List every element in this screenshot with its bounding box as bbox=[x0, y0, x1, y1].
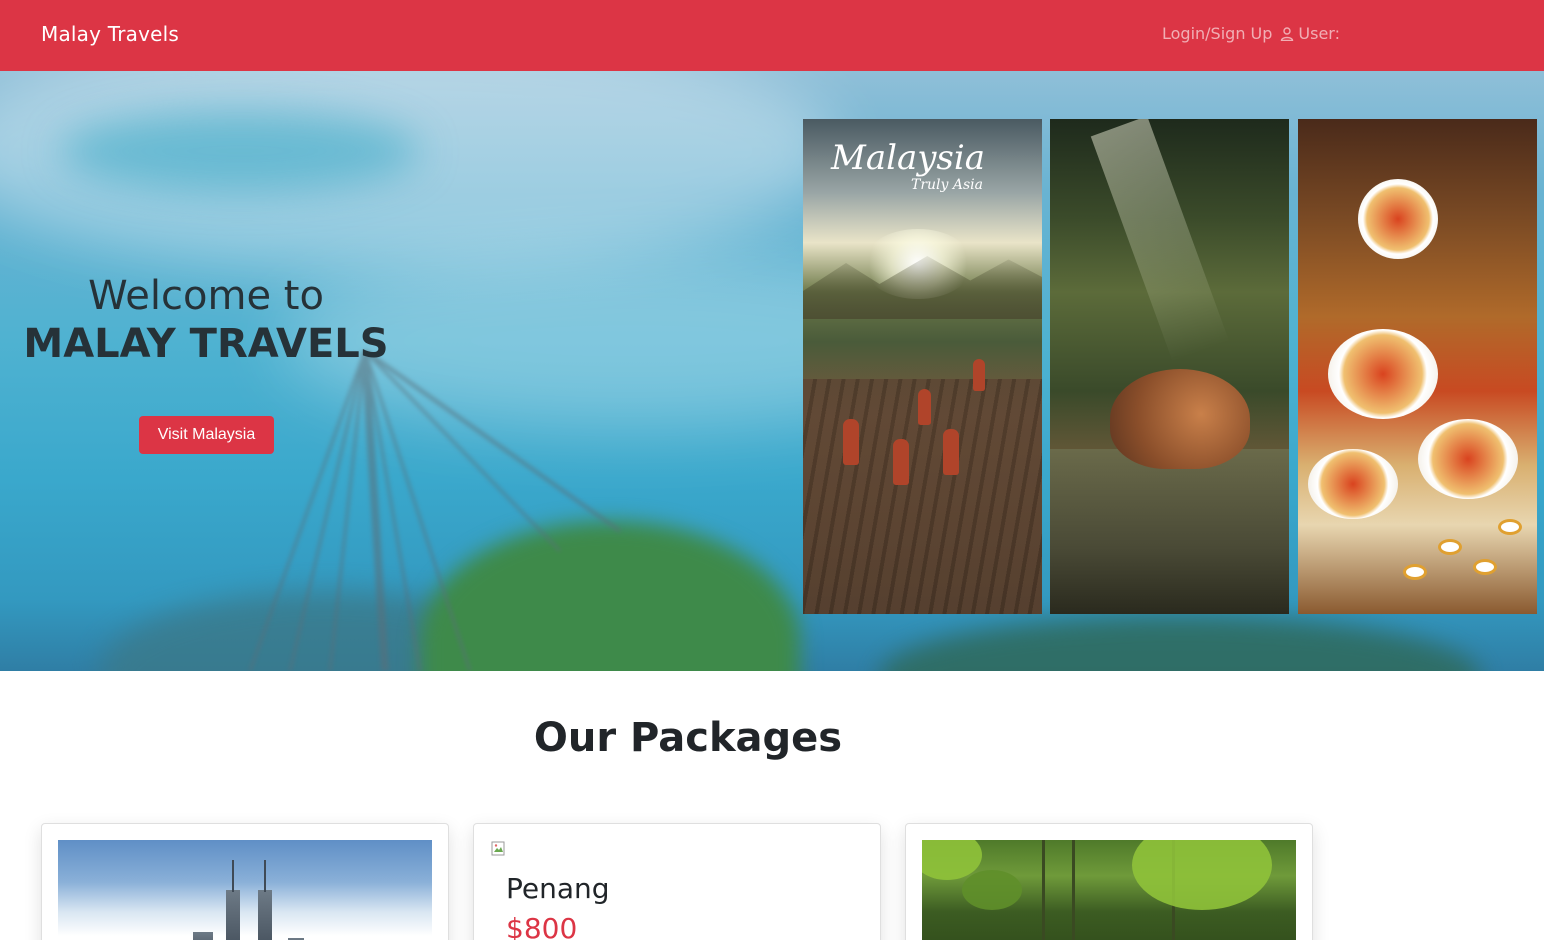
dancer-figure bbox=[843, 419, 859, 465]
package-card[interactable] bbox=[41, 823, 449, 940]
foliage bbox=[1132, 840, 1272, 910]
package-price: $800 bbox=[506, 912, 578, 940]
poster-culture: Malaysia Truly Asia bbox=[803, 119, 1042, 614]
nav-right: Login/Sign Up User: bbox=[1162, 24, 1340, 43]
welcome-block: Welcome to MALAY TRAVELS bbox=[0, 272, 412, 368]
hero-section: Welcome to MALAY TRAVELS Visit Malaysia … bbox=[0, 71, 1544, 671]
sauce-bowl bbox=[1403, 564, 1427, 580]
visit-malaysia-button[interactable]: Visit Malaysia bbox=[139, 416, 274, 454]
dancer-figure bbox=[943, 429, 959, 475]
brand-link[interactable]: Malay Travels bbox=[41, 22, 179, 46]
food-plate bbox=[1308, 449, 1398, 519]
city-building bbox=[193, 932, 213, 940]
petronas-tower bbox=[258, 890, 272, 940]
dancer-figure bbox=[893, 439, 909, 485]
user-icon bbox=[1280, 26, 1294, 41]
welcome-title: MALAY TRAVELS bbox=[23, 321, 389, 367]
dancer-figure bbox=[918, 389, 931, 425]
package-image-kuala-lumpur bbox=[58, 840, 432, 940]
packages-heading: Our Packages bbox=[533, 715, 843, 761]
package-title: Penang bbox=[506, 872, 610, 905]
tower-spire bbox=[264, 860, 266, 892]
tree-trunk bbox=[1042, 840, 1045, 940]
sauce-bowl bbox=[1498, 519, 1522, 535]
poster-food bbox=[1298, 119, 1537, 614]
foliage bbox=[962, 870, 1022, 910]
poster-water bbox=[1050, 449, 1289, 614]
light-ray bbox=[1090, 119, 1230, 363]
package-image-rainforest bbox=[922, 840, 1296, 940]
food-plate bbox=[1418, 419, 1518, 499]
package-card[interactable] bbox=[905, 823, 1313, 940]
malaysia-truly-asia-logo: Malaysia Truly Asia bbox=[831, 139, 985, 193]
dancer-figure bbox=[973, 359, 985, 391]
poster-mountains bbox=[803, 256, 1042, 319]
broken-image-icon bbox=[491, 841, 507, 857]
tree-trunk bbox=[1072, 840, 1075, 940]
package-card[interactable]: Penang $800 bbox=[473, 823, 881, 940]
tower-spire bbox=[232, 860, 234, 892]
petronas-tower bbox=[226, 890, 240, 940]
logo-main-text: Malaysia bbox=[831, 138, 986, 178]
poster-wildlife bbox=[1050, 119, 1289, 614]
proboscis-monkey bbox=[1110, 369, 1250, 469]
navbar: Malay Travels Login/Sign Up User: bbox=[0, 0, 1544, 71]
login-signup-link[interactable]: Login/Sign Up bbox=[1162, 24, 1272, 43]
sauce-bowl bbox=[1473, 559, 1497, 575]
sauce-bowl bbox=[1438, 539, 1462, 555]
user-label[interactable]: User: bbox=[1298, 24, 1340, 43]
logo-sub-text: Truly Asia bbox=[911, 177, 984, 193]
food-plate bbox=[1328, 329, 1438, 419]
welcome-line: Welcome to bbox=[88, 273, 324, 319]
food-plate bbox=[1358, 179, 1438, 259]
